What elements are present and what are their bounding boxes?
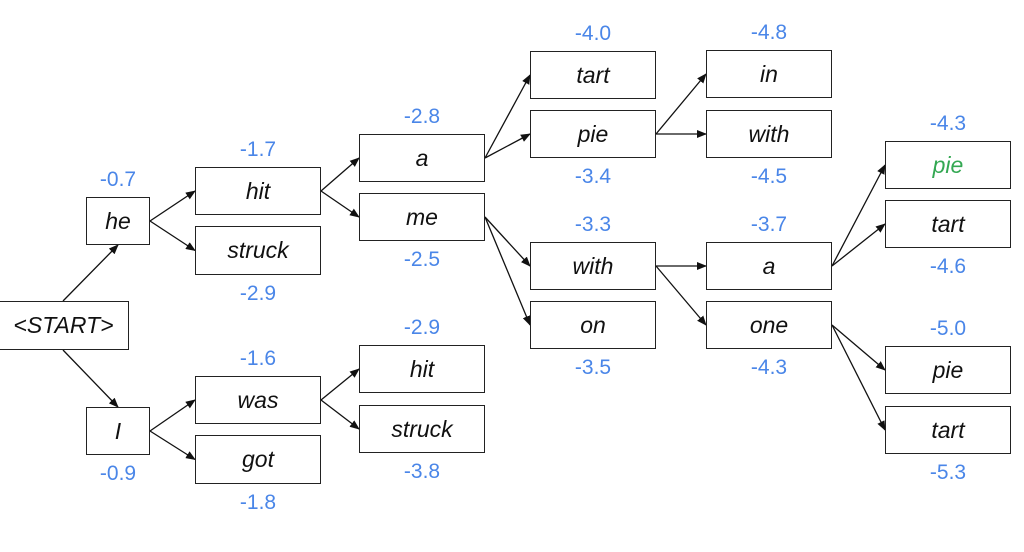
edge-hit-me [320,190,360,218]
node-got: got [195,435,321,484]
node-hit2: hit [359,345,485,393]
node-tart: tart [530,51,656,99]
score-tart3: -5.3 [929,461,967,484]
score-got: -1.8 [239,491,277,514]
node-with: with [530,242,656,290]
node-hit: hit [195,167,321,215]
edge-start-I [62,349,119,408]
edge-start-he [62,244,119,302]
score-on: -3.5 [574,356,612,379]
node-pie_best: pie [885,141,1011,189]
edge-one-tart3 [831,324,886,431]
edge-one-pie3 [831,324,886,371]
edge-me-on [484,216,531,326]
score-in: -4.8 [750,21,788,44]
edge-hit-a [320,157,360,192]
score-a2: -3.7 [750,213,788,236]
node-with2: with [706,110,832,158]
edge-I-got [149,430,196,461]
node-one: one [706,301,832,349]
score-I: -0.9 [99,462,137,485]
edge-was-struck2 [320,399,360,430]
node-start: <START> [0,301,129,350]
edge-was-hit2 [320,368,360,401]
score-pie3: -5.0 [929,317,967,340]
score-struck: -2.9 [239,282,277,305]
node-pie3: pie [885,346,1011,394]
score-with: -3.3 [574,213,612,236]
edge-pie-in [655,73,707,135]
edge-he-struck [149,220,196,252]
edge-a2-pie_best [831,164,886,267]
node-a2: a [706,242,832,290]
score-tart: -4.0 [574,22,612,45]
node-me: me [359,193,485,241]
score-one: -4.3 [750,356,788,379]
score-with2: -4.5 [750,165,788,188]
edge-he-hit [149,190,196,222]
score-pie_best: -4.3 [929,112,967,135]
node-tart3: tart [885,406,1011,454]
node-in: in [706,50,832,98]
score-hit2: -2.9 [403,316,441,339]
node-he: he [86,197,150,245]
edge-a2-tart2 [831,223,886,267]
node-struck2: struck [359,405,485,453]
score-struck2: -3.8 [403,460,441,483]
node-on: on [530,301,656,349]
edge-I-was [149,399,196,432]
score-a: -2.8 [403,105,441,128]
node-pie: pie [530,110,656,158]
score-hit: -1.7 [239,138,277,161]
score-me: -2.5 [403,248,441,271]
node-tart2: tart [885,200,1011,248]
score-was: -1.6 [239,347,277,370]
edge-me-with [484,216,531,267]
node-was: was [195,376,321,424]
node-I: I [86,407,150,455]
node-a: a [359,134,485,182]
score-tart2: -4.6 [929,255,967,278]
node-struck: struck [195,226,321,275]
score-pie: -3.4 [574,165,612,188]
edge-with-one [655,265,707,326]
score-he: -0.7 [99,168,137,191]
